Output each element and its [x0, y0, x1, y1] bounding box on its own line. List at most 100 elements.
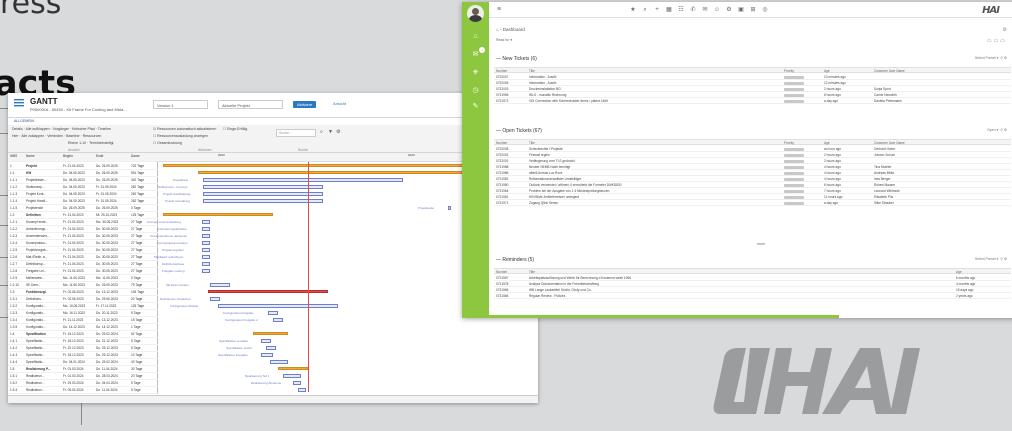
task-row[interactable]: 1 Projekt Fr. 21.04.2023 Do. 26.09.2025 702 …: [8, 163, 158, 170]
task-bar[interactable]: [261, 339, 271, 343]
ribbon-row-2[interactable]: Hier · Alle zuklappen · Verbinden · Base…: [12, 134, 101, 138]
summary-bar[interactable]: [278, 367, 308, 370]
settings-icon[interactable]: ◎: [761, 6, 769, 14]
task-bar[interactable]: [202, 262, 210, 266]
task-row[interactable]: 1.2.2 Anforderungs... Fr. 21.04.2023 Do. 30…: [8, 226, 158, 233]
clock-icon[interactable]: ◷: [471, 86, 480, 95]
summary-bar[interactable]: [163, 164, 503, 167]
task-row[interactable]: 1.1 KW Do. 04.05.2023 Do. 26.09.2025 591 Tag…: [8, 170, 158, 177]
task-bar[interactable]: [202, 234, 210, 238]
search-icon[interactable]: ⌕: [641, 6, 649, 14]
task-bar[interactable]: [268, 311, 278, 315]
task-row[interactable]: 1.4.1 Spezifikatio... Fr. 15.12.2023 Do. 21…: [8, 338, 158, 345]
star-icon[interactable]: ★: [629, 6, 637, 14]
task-row[interactable]: 1.2.8 Freigabe Lei... Fr. 21.04.2023 Do. 30…: [8, 268, 158, 275]
ribbon-row-1[interactable]: Details · Alle aufklappen · Vorgänger · …: [12, 127, 111, 131]
ticket-row[interactable]: 0731971 Zugang Qlink Sense a day ago Silke …: [494, 200, 1011, 206]
open-tickets-title[interactable]: — Open Tickets (67): [496, 128, 542, 134]
task-bar[interactable]: [203, 199, 323, 203]
task-bar[interactable]: [448, 206, 451, 210]
gantt-search-input[interactable]: Suche...: [276, 129, 316, 137]
grid-icon[interactable]: ⊞: [749, 6, 757, 14]
filter-icon[interactable]: ▼: [328, 129, 333, 135]
settings-icon[interactable]: ⚙: [336, 129, 340, 135]
task-row[interactable]: 1.3.2 Konfiguratio... Mo. 10.06.2023 Fr. 17…: [8, 303, 158, 310]
project-select[interactable]: Aktuelle Projekt: [218, 100, 283, 109]
user-icon[interactable]: ☺: [713, 6, 721, 14]
summary-bar[interactable]: [253, 332, 288, 335]
mail-icon[interactable]: ✉: [701, 6, 709, 14]
task-bar[interactable]: [202, 227, 210, 231]
activate-button[interactable]: Aktiviere: [293, 101, 317, 108]
task-row[interactable]: 1.4.2 Spezifikatio... Fr. 22.12.2023 Do. 29…: [8, 345, 158, 352]
task-row[interactable]: 1.4.4 Spezifikatio... Do. 04.01.2024 Do. 29…: [8, 359, 158, 366]
layout-icons[interactable]: ▭▭▭: [987, 38, 1007, 44]
task-row[interactable]: 1.3.4 Konfiguratio... Fr. 21.11.2023 Do. 13…: [8, 317, 158, 324]
tab-general[interactable]: ALLGEMEIN: [14, 119, 34, 123]
task-bar[interactable]: [202, 248, 210, 252]
task-bar[interactable]: [283, 374, 301, 378]
read-for-filter[interactable]: Read for ▾: [496, 38, 512, 42]
task-row[interactable]: 1.2.6 Mat./Elektr. a... Fr. 21.04.2023 Do. …: [8, 254, 158, 261]
calendar-icon[interactable]: ▦: [665, 6, 673, 14]
plus-icon[interactable]: +: [653, 6, 661, 14]
task-bar[interactable]: [203, 185, 323, 189]
task-row[interactable]: 1.2.5 Projektvorgab... Fr. 21.04.2023 Do. 3…: [8, 247, 158, 254]
ribbon-check-load[interactable]: ☐ Ressourcenauslastung anzeigen: [153, 134, 208, 138]
task-row[interactable]: 1.4.3 Spezifikatio... Fr. 15.12.2023 Do. 29…: [8, 352, 158, 359]
task-row[interactable]: 1.5 Realisierung P... Fr. 01.03.2024 Do. 11…: [8, 366, 158, 373]
home-icon[interactable]: ⌂: [471, 32, 480, 41]
task-row[interactable]: 1.5.1 Realisierun... Fr. 01.03.2024 Do. 28.…: [8, 373, 158, 380]
version-select[interactable]: Version 1: [153, 100, 208, 109]
reminders-title[interactable]: — Reminders (5): [496, 257, 534, 263]
menu-icon[interactable]: [14, 99, 24, 107]
open-select[interactable]: Open ▾ ⚲ ⚙: [987, 128, 1007, 132]
menu-icon[interactable]: ≡: [495, 6, 503, 14]
task-row[interactable]: 1.4 Spezifikation Fr. 15.12.2023 Do. 29.02.…: [8, 331, 158, 338]
list-icon[interactable]: ☷: [677, 6, 685, 14]
task-bar[interactable]: [218, 304, 338, 308]
gear-icon[interactable]: ⚙: [1003, 27, 1007, 33]
ribbon-check-auto[interactable]: ☑ Ressourcen automatisch aktualisieren: [153, 127, 216, 131]
gantt-scrollbar[interactable]: [8, 395, 538, 403]
task-row[interactable]: 1.2.3 Anwendersche... Fr. 21.04.2023 Do. 30…: [8, 233, 158, 240]
task-row[interactable]: 1.2 Definition Fr. 21.04.2023 Mi. 25.10.202…: [8, 212, 158, 219]
task-row[interactable]: 1.2.4 Konzeptdoku... Fr. 21.04.2023 Do. 30.…: [8, 240, 158, 247]
task-bar[interactable]: [270, 360, 288, 364]
task-row[interactable]: 1.3.3 Konfiguratio... Mo. 16.11.2023 Do. 20…: [8, 310, 158, 317]
ticket-row[interactable]: 0731566 Regular Review - Policies 2 years …: [494, 293, 1011, 299]
search-icon[interactable]: ⌕: [320, 129, 323, 135]
task-row[interactable]: 1.1.1 Projektbeste... Do. 04.05.2023 Do. 26…: [8, 177, 158, 184]
task-row[interactable]: 1.2.9 Meilenstein... Mo. 11.06.2023 Mo. 11.…: [8, 275, 158, 282]
task-row[interactable]: 1.2.1 Konzept erste... Fr. 21.04.2023 Mo. 3…: [8, 219, 158, 226]
task-row[interactable]: 1.3.5 Konfiguratio... Do. 14.12.2023 Do. 14…: [8, 324, 158, 331]
preset-select[interactable]: Select Preset ▾ ⚲ ⚙: [975, 56, 1007, 60]
lock-icon[interactable]: ▣: [737, 6, 745, 14]
avatar[interactable]: [467, 5, 484, 22]
task-bar[interactable]: [298, 388, 306, 392]
task-bar[interactable]: [266, 346, 276, 350]
preset-select[interactable]: Select Preset ▾ ⚲ ⚙: [975, 257, 1007, 261]
summary-bar[interactable]: [163, 213, 273, 216]
task-row[interactable]: 1.1.5 Projektende Do. 26.09.2025 Do. 26.09.…: [8, 205, 158, 212]
task-bar[interactable]: [273, 318, 283, 322]
summary-bar[interactable]: [198, 171, 498, 174]
ribbon-row-3[interactable]: Ebene 1-10 · Termineinstellgl.: [68, 141, 114, 145]
task-bar[interactable]: [210, 297, 220, 301]
task-row[interactable]: 1.3 Funktionszgl. Fr. 02.06.2023 Do. 13.12.…: [8, 289, 158, 296]
task-row[interactable]: 1.5.2 Realisierun... Fr. 29.03.2024 Do. 04.…: [8, 380, 158, 387]
gear-icon[interactable]: ⚙: [725, 6, 733, 14]
critical-bar[interactable]: [208, 290, 328, 293]
chat-icon[interactable]: ✎: [471, 102, 480, 111]
task-bar[interactable]: [203, 178, 403, 182]
task-bar[interactable]: [293, 381, 301, 385]
task-bar[interactable]: [202, 220, 210, 224]
ribbon-check-total[interactable]: ☐ Gesamtnutzung: [153, 141, 182, 145]
ribbon-check-single[interactable]: ☐ Einge-Erfüllg.: [223, 127, 248, 131]
more-link[interactable]: more: [757, 242, 765, 246]
ticket-row[interactable]: 0731972 VDI Connection with Scheredrucker…: [494, 98, 1011, 104]
task-row[interactable]: 1.2.10 SE Dem... Mo. 11.06.2023 Do. 29.09.2…: [8, 282, 158, 289]
view-button[interactable]: Ansicht: [333, 101, 346, 106]
task-bar[interactable]: [203, 192, 323, 196]
task-row[interactable]: 1.1.2 Stufkonzep... Do. 04.05.2023 Fr. 31.0…: [8, 184, 158, 191]
